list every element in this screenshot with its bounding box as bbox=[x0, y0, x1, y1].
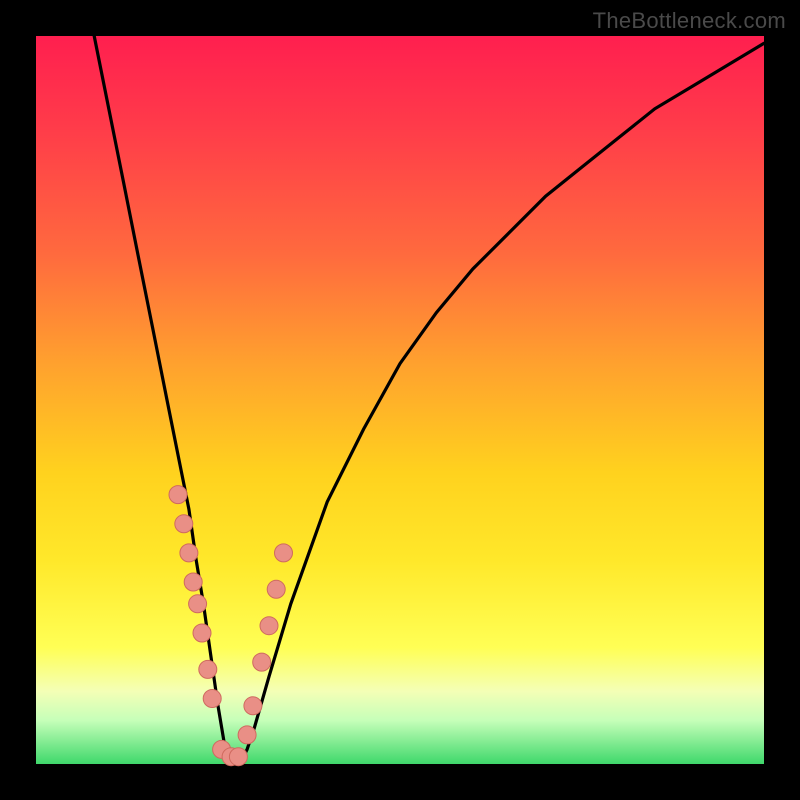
marker-point bbox=[193, 624, 211, 642]
marker-point bbox=[244, 697, 262, 715]
marker-point bbox=[260, 617, 278, 635]
bottleneck-curve bbox=[94, 36, 764, 764]
marker-point bbox=[169, 486, 187, 504]
plot-area bbox=[36, 36, 764, 764]
marker-point bbox=[184, 573, 202, 591]
marker-point bbox=[180, 544, 198, 562]
marker-point bbox=[253, 653, 271, 671]
marker-point bbox=[189, 595, 207, 613]
marker-point bbox=[175, 515, 193, 533]
marker-point bbox=[267, 580, 285, 598]
marker-point bbox=[238, 726, 256, 744]
marker-point bbox=[275, 544, 293, 562]
chart-frame: TheBottleneck.com bbox=[0, 0, 800, 800]
marker-point bbox=[203, 690, 221, 708]
chart-svg bbox=[36, 36, 764, 764]
marker-point bbox=[199, 660, 217, 678]
highlight-markers bbox=[169, 486, 293, 766]
marker-point bbox=[229, 748, 247, 766]
watermark-text: TheBottleneck.com bbox=[593, 8, 786, 34]
